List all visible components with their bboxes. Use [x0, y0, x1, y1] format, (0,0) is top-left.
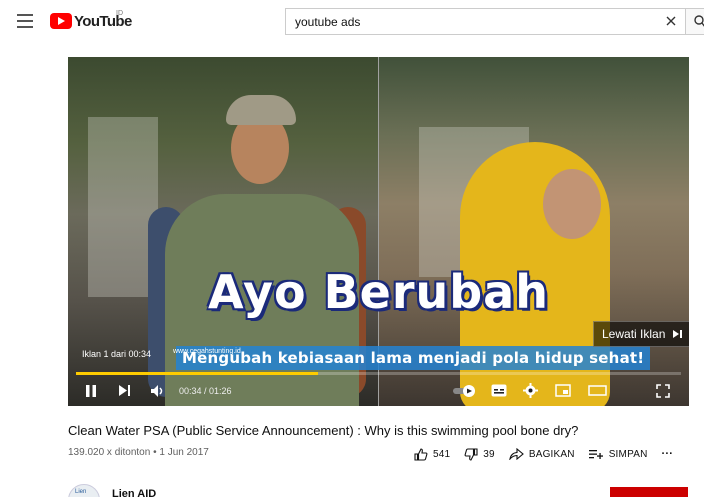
thumbs-up-icon: [414, 447, 428, 461]
video-actions: 541 39 BAGIKAN SIMPAN ···: [414, 444, 687, 464]
share-arrow-icon: [509, 448, 524, 460]
more-actions-button[interactable]: ···: [662, 448, 674, 460]
dislike-count: 39: [483, 448, 495, 460]
channel-avatar[interactable]: Lien: [68, 484, 100, 497]
channel-avatar-text: Lien: [75, 489, 87, 495]
hamburger-menu-icon[interactable]: [17, 14, 33, 28]
person-face: [543, 169, 601, 239]
search-button[interactable]: [685, 8, 704, 35]
logo-text: YouTube: [74, 12, 132, 30]
person-cap: [226, 95, 296, 125]
ad-subtitle: Mengubah kebiasaan lama menjadi pola hid…: [176, 346, 651, 370]
save-button[interactable]: SIMPAN: [588, 448, 648, 460]
video-player[interactable]: Ayo Berubah Mengubah kebiasaan lama menj…: [68, 57, 689, 406]
more-actions-icon: ···: [661, 448, 674, 460]
settings-gear-icon[interactable]: [523, 383, 538, 398]
clear-search-icon[interactable]: [665, 15, 677, 27]
thumbs-down-icon: [464, 447, 478, 461]
upload-date: 1 Jun 2017: [159, 447, 209, 458]
volume-icon[interactable]: [150, 384, 166, 398]
ad-site-url: www.cegahstunting.id: [173, 348, 241, 355]
country-code: ID: [116, 10, 123, 17]
skip-ad-button[interactable]: Lewati Iklan: [593, 321, 689, 347]
theater-mode-icon[interactable]: [588, 385, 607, 396]
top-bar: YouTube ID: [0, 0, 704, 44]
player-controls: 00:34 / 01:26: [68, 375, 689, 406]
search-input[interactable]: [295, 9, 655, 34]
share-label: BAGIKAN: [528, 448, 575, 460]
like-count: 541: [433, 448, 451, 460]
ad-headline: Ayo Berubah: [208, 265, 549, 319]
share-button[interactable]: BAGIKAN: [509, 448, 575, 460]
skip-next-icon: [673, 329, 683, 339]
like-button[interactable]: 541: [414, 447, 451, 461]
youtube-play-icon: [50, 13, 72, 29]
captions-icon[interactable]: [491, 384, 507, 397]
pause-icon[interactable]: [85, 384, 97, 398]
dislike-button[interactable]: 39: [464, 447, 495, 461]
view-count: 139.020 x ditonton: [68, 447, 151, 458]
save-label: SIMPAN: [608, 448, 648, 460]
search-box: [285, 8, 685, 35]
skip-ad-label: Lewati Iklan: [602, 327, 666, 341]
search-icon: [694, 15, 704, 27]
next-icon[interactable]: [118, 384, 131, 397]
time-display: 00:34 / 01:26: [179, 386, 232, 396]
autoplay-toggle-icon[interactable]: [452, 384, 478, 398]
ad-counter: Iklan 1 dari 00:34: [82, 349, 152, 359]
channel-name[interactable]: Lien AID: [112, 488, 156, 497]
video-title: Clean Water PSA (Public Service Announce…: [68, 423, 579, 438]
meta-separator: •: [150, 447, 160, 458]
fullscreen-icon[interactable]: [656, 384, 670, 398]
subscribe-button[interactable]: [610, 487, 688, 497]
video-meta: 139.020 x ditonton • 1 Jun 2017: [68, 447, 209, 458]
miniplayer-icon[interactable]: [555, 384, 571, 397]
playlist-add-icon: [588, 450, 603, 459]
